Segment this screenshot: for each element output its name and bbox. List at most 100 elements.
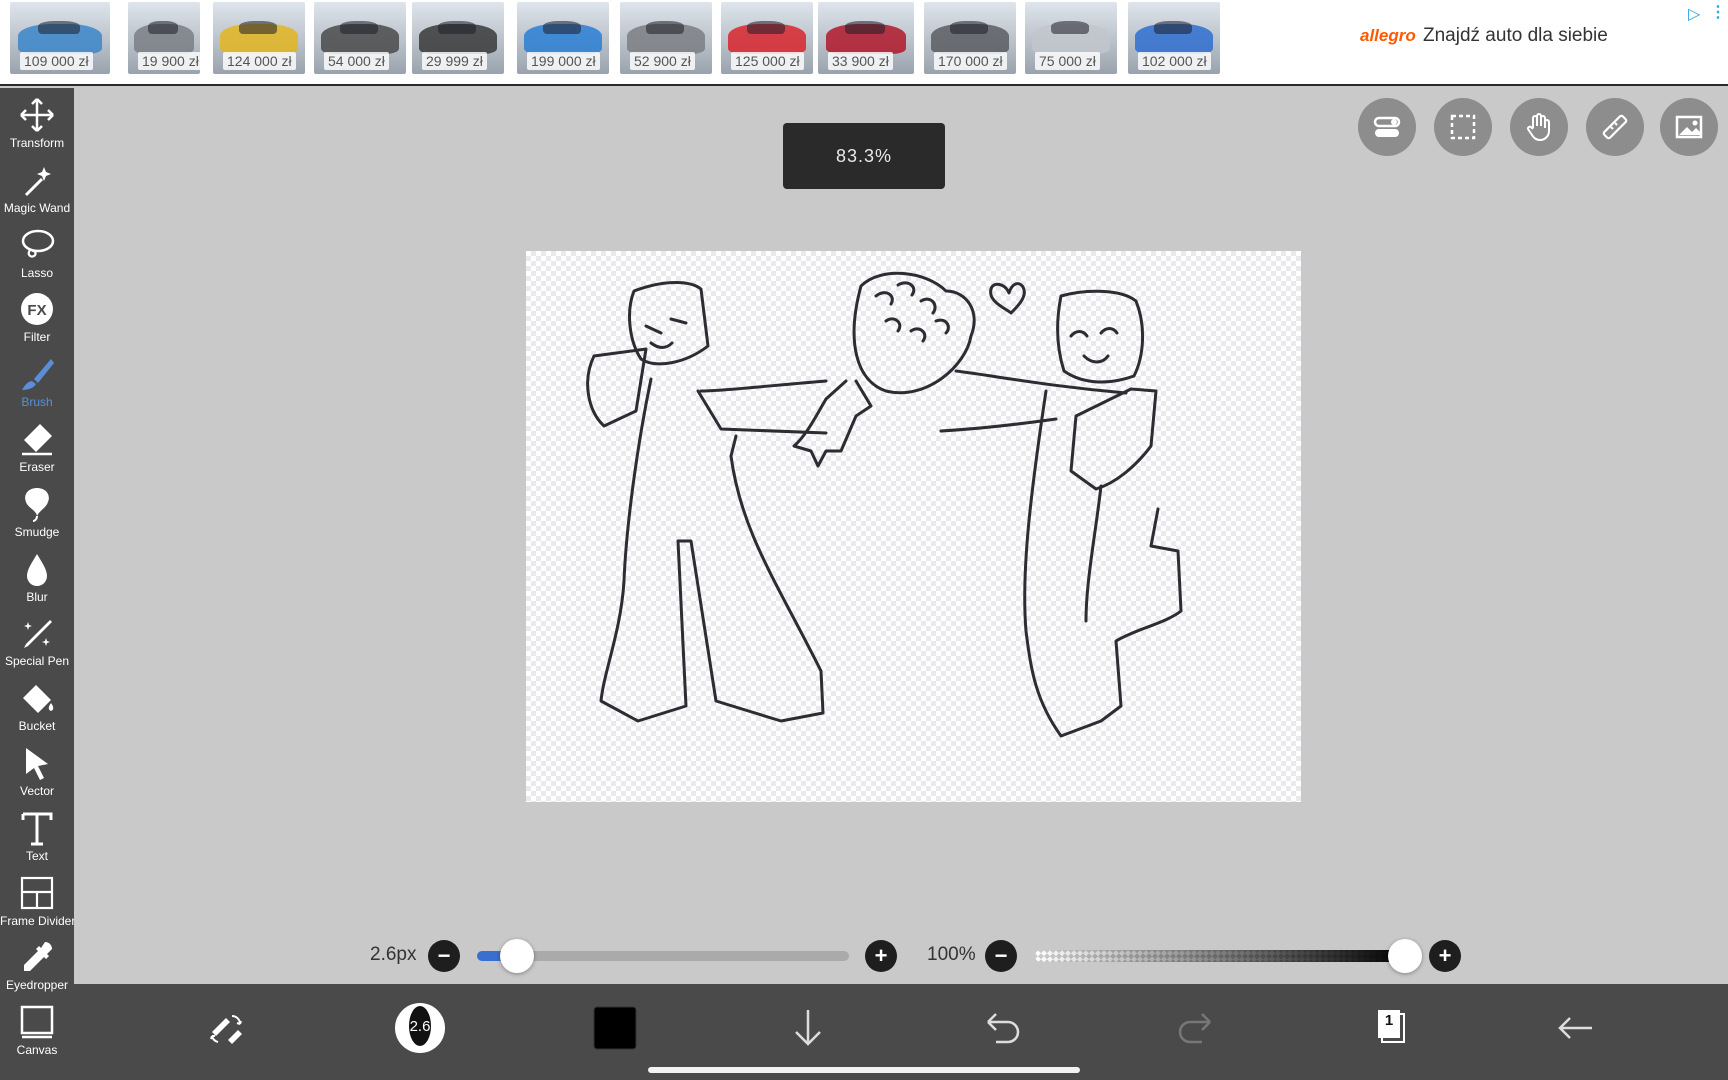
car-window	[645, 20, 685, 34]
tool-label: Frame Divider	[0, 913, 74, 928]
tool-label: Eyedropper	[5, 978, 69, 993]
tool-sidebar: Transform Magic Wand Lasso FX Filter Brush Era…	[0, 88, 74, 1080]
ad-car-thumbnail[interactable]: 102 000 zł	[1128, 2, 1220, 74]
home-indicator[interactable]	[648, 1067, 1080, 1073]
brush-size-slider[interactable]	[477, 939, 849, 973]
eraser-icon	[22, 424, 52, 456]
tool-blur[interactable]: Blur	[0, 546, 74, 610]
ad-car-thumbnail[interactable]: 33 900 zł	[818, 2, 914, 74]
tool-bucket[interactable]: Bucket	[0, 675, 74, 739]
tool-smudge[interactable]: Smudge	[0, 481, 74, 545]
car-window	[746, 20, 786, 34]
ad-choices-icon[interactable]: ▷	[1688, 4, 1700, 24]
tool-vector[interactable]: Vector	[0, 740, 74, 804]
tool-eraser[interactable]: Eraser	[0, 416, 74, 480]
tool-text[interactable]: Text	[0, 805, 74, 869]
tool-label: Vector	[19, 784, 55, 798]
opacity-slider-thumb[interactable]	[1388, 939, 1422, 973]
opacity-slider[interactable]	[1035, 939, 1422, 973]
tool-transform[interactable]: Transform	[0, 92, 74, 156]
ad-car-thumbnail[interactable]: 54 000 zł	[314, 2, 406, 74]
layer-count: 1	[1384, 1012, 1394, 1029]
brush-eraser-swap-button[interactable]	[198, 1000, 254, 1056]
tool-label: Eraser	[19, 460, 55, 474]
ad-car-thumbnail[interactable]: 19 900 zł	[128, 2, 200, 74]
ad-car-thumbnail[interactable]: 29 999 zł	[412, 2, 504, 74]
frame-divider-icon	[20, 876, 54, 909]
tool-special-pen[interactable]: Special Pen	[0, 610, 74, 674]
brush-size-label: 2.6px	[370, 944, 417, 965]
hand-icon	[1527, 113, 1550, 142]
ad-car-thumbnail[interactable]: 52 900 zł	[620, 2, 712, 74]
reference-image-button[interactable]	[1660, 98, 1718, 156]
opacity-decrease-button[interactable]: −	[985, 940, 1017, 972]
redo-icon	[1178, 1013, 1211, 1044]
car-price: 52 900 zł	[630, 52, 695, 70]
car-price: 19 900 zł	[138, 52, 200, 70]
car-window	[148, 20, 179, 34]
redo-button[interactable]	[1168, 1000, 1224, 1056]
undo-button[interactable]	[974, 1000, 1030, 1056]
car-window	[1050, 20, 1090, 34]
tool-label: Transform	[9, 136, 65, 150]
ad-banner[interactable]: 109 000 zł 19 900 zł 124 000 zł 54 000 zł 29…	[0, 0, 1728, 86]
brush-size-increase-button[interactable]: +	[865, 940, 897, 972]
car-price: 109 000 zł	[20, 52, 93, 70]
tool-label: Blur	[26, 589, 48, 604]
brush-size-slider-thumb[interactable]	[499, 939, 534, 973]
ad-car-thumbnail[interactable]: 199 000 zł	[517, 2, 609, 74]
tool-eyedropper[interactable]: Eyedropper	[0, 934, 74, 998]
tool-label: Brush	[21, 395, 53, 410]
tool-magic-wand[interactable]: Magic Wand	[0, 157, 74, 221]
toggle-button[interactable]	[1358, 98, 1416, 156]
image-icon	[1675, 115, 1703, 139]
ruler-button[interactable]	[1586, 98, 1644, 156]
tool-canvas[interactable]: Canvas	[0, 999, 74, 1063]
selection-icon	[1450, 114, 1476, 140]
selection-button[interactable]	[1434, 98, 1492, 156]
ad-car-thumbnail[interactable]: 124 000 zł	[213, 2, 305, 74]
color-swatch[interactable]	[586, 1000, 642, 1056]
ad-car-thumbnail[interactable]: 109 000 zł	[10, 2, 110, 74]
lasso-icon	[21, 229, 55, 258]
car-price: 170 000 zł	[934, 52, 1007, 70]
bucket-icon	[23, 685, 54, 714]
smudge-icon	[25, 487, 49, 522]
sketch-drawing	[586, 271, 1183, 738]
car-window	[542, 20, 582, 34]
car-price: 124 000 zł	[223, 52, 296, 70]
ad-car-thumbnail[interactable]: 170 000 zł	[924, 2, 1016, 74]
car-window	[238, 20, 278, 34]
cursor-arrow-icon	[26, 748, 48, 780]
tool-label: Bucket	[18, 719, 56, 734]
brush-icon	[22, 359, 54, 391]
hand-button[interactable]	[1510, 98, 1568, 156]
ad-text[interactable]: Znajdź auto dla siebie	[1423, 25, 1608, 47]
opacity-increase-button[interactable]: +	[1429, 940, 1461, 972]
car-window	[949, 20, 989, 34]
ad-car-thumbnail[interactable]: 75 000 zł	[1025, 2, 1117, 74]
tool-brush[interactable]: Brush	[0, 351, 74, 415]
car-window	[844, 20, 886, 34]
download-button[interactable]	[780, 1000, 836, 1056]
car-price: 29 999 zł	[422, 52, 487, 70]
tool-lasso[interactable]: Lasso	[0, 222, 74, 286]
car-price: 102 000 zł	[1138, 52, 1211, 70]
tool-filter[interactable]: FX Filter	[0, 286, 74, 350]
magic-wand-icon	[24, 166, 51, 196]
back-button[interactable]	[1548, 1000, 1604, 1056]
car-price: 33 900 zł	[828, 52, 893, 70]
brush-eraser-swap-icon	[210, 1015, 242, 1044]
drawing-canvas[interactable]	[526, 251, 1301, 802]
tool-frame-divider[interactable]: Frame Divider	[0, 870, 74, 934]
more-icon[interactable]: ⋮	[1710, 2, 1726, 22]
fx-icon: FX	[21, 293, 53, 326]
ad-car-thumbnail[interactable]: 125 000 zł	[721, 2, 813, 74]
brush-preview-button[interactable]: 2.6	[392, 1000, 448, 1056]
eyedropper-icon	[24, 942, 52, 972]
tool-label: Canvas	[16, 1043, 58, 1058]
bottom-toolbar: 2.6 1	[74, 984, 1728, 1080]
brush-size-decrease-button[interactable]: −	[428, 940, 460, 972]
layers-button[interactable]: 1	[1362, 1000, 1418, 1056]
car-price: 199 000 zł	[527, 52, 600, 70]
